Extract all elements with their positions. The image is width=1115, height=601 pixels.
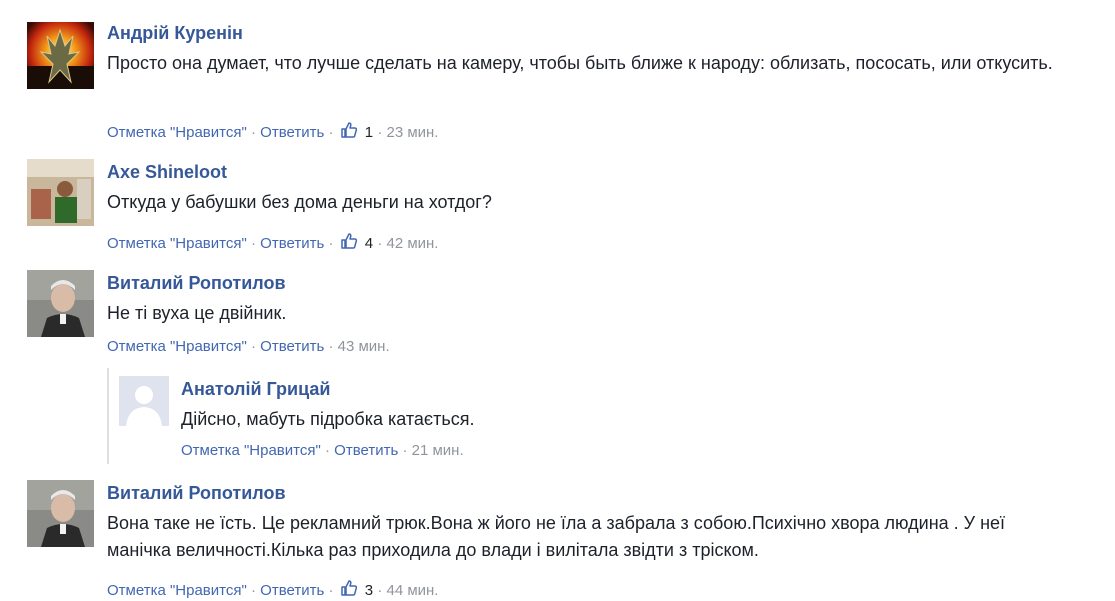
comment-author[interactable]: Виталий Ропотилов <box>107 482 1067 504</box>
thumbs-up-icon[interactable] <box>340 579 358 597</box>
like-count[interactable]: 1 <box>365 124 373 141</box>
comment-actions: Отметка "Нравится" · Ответить · 43 мин. <box>107 338 390 355</box>
separator: · <box>250 235 256 252</box>
comment-text: Дійсно, мабуть підробка катається. <box>181 409 475 429</box>
comment-author[interactable]: Анатолій Грицай <box>181 378 1115 400</box>
separator: · <box>324 442 330 459</box>
timestamp[interactable]: 42 мин. <box>386 235 438 252</box>
separator: · <box>328 582 334 599</box>
timestamp[interactable]: 43 мин. <box>338 338 390 355</box>
avatar[interactable] <box>119 376 169 426</box>
reply-link[interactable]: Ответить <box>260 124 324 141</box>
comment-text: Не ті вуха це двійник. <box>107 303 287 323</box>
like-link[interactable]: Отметка "Нравится" <box>107 235 247 252</box>
separator: · <box>250 338 256 355</box>
avatar[interactable] <box>27 270 94 337</box>
timestamp[interactable]: 23 мин. <box>386 124 438 141</box>
reply-thread-line <box>107 368 109 464</box>
separator: · <box>402 442 408 459</box>
comment-author[interactable]: Виталий Ропотилов <box>107 272 1067 294</box>
separator: · <box>250 124 256 141</box>
avatar[interactable] <box>27 480 94 547</box>
like-link[interactable]: Отметка "Нравится" <box>107 582 247 599</box>
comment-author[interactable]: Андрій Куренін <box>107 22 1067 44</box>
timestamp[interactable]: 21 мин. <box>412 442 464 459</box>
reply-link[interactable]: Ответить <box>334 442 398 459</box>
comment-text: Вона таке не їсть. Це рекламний трюк.Вон… <box>107 513 1006 560</box>
comment-actions: Отметка "Нравится" · Ответить · 4 · 42 м… <box>107 232 438 252</box>
avatar[interactable] <box>27 159 94 226</box>
timestamp[interactable]: 44 мин. <box>386 582 438 599</box>
separator: · <box>328 124 334 141</box>
comment-actions: Отметка "Нравится" · Ответить · 21 мин. <box>181 442 464 459</box>
separator: · <box>377 235 383 252</box>
separator: · <box>328 338 334 355</box>
separator: · <box>377 582 383 599</box>
comment-text: Просто она думает, что лучше сделать на … <box>107 53 1053 73</box>
like-count[interactable]: 4 <box>365 235 373 252</box>
reply-link[interactable]: Ответить <box>260 235 324 252</box>
avatar[interactable] <box>27 22 94 89</box>
like-link[interactable]: Отметка "Нравится" <box>107 338 247 355</box>
separator: · <box>377 124 383 141</box>
comment-author[interactable]: Axe Shineloot <box>107 161 1067 183</box>
thumbs-up-icon[interactable] <box>340 232 358 250</box>
like-count[interactable]: 3 <box>365 582 373 599</box>
reply-link[interactable]: Ответить <box>260 582 324 599</box>
reply-link[interactable]: Ответить <box>260 338 324 355</box>
like-link[interactable]: Отметка "Нравится" <box>181 442 321 459</box>
separator: · <box>328 235 334 252</box>
thumbs-up-icon[interactable] <box>340 121 358 139</box>
comment-text: Откуда у бабушки без дома деньги на хотд… <box>107 192 492 212</box>
comment-actions: Отметка "Нравится" · Ответить · 1 · 23 м… <box>107 121 438 141</box>
comment-actions: Отметка "Нравится" · Ответить · 3 · 44 м… <box>107 579 438 599</box>
separator: · <box>250 582 256 599</box>
like-link[interactable]: Отметка "Нравится" <box>107 124 247 141</box>
